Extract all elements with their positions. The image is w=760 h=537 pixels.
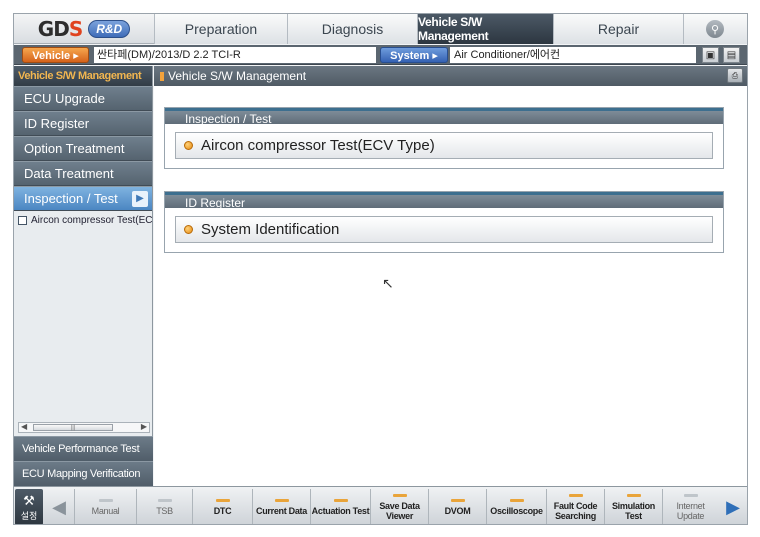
manual-button[interactable]: Manual	[74, 489, 136, 524]
rd-badge: R&D	[88, 20, 131, 38]
sidebar-subitem-aircon-test[interactable]: Aircon compressor Test(ECV Type)	[14, 211, 152, 230]
sidebar-item-ecu-upgrade[interactable]: ECU Upgrade	[14, 86, 152, 111]
gds-logo: GDS R&D	[14, 14, 154, 44]
bullet-icon	[184, 225, 193, 234]
top-tab-bar: GDS R&D Preparation Diagnosis Vehicle S/…	[14, 14, 747, 44]
bullet-icon	[184, 141, 193, 150]
tsb-button[interactable]: TSB	[136, 489, 192, 524]
dtc-button[interactable]: DTC	[192, 489, 252, 524]
internet-update-icon	[683, 493, 698, 497]
save-data-viewer-button[interactable]: Save Data Viewer	[370, 489, 428, 524]
fault-code-icon	[568, 493, 583, 497]
save-data-viewer-label: Save Data Viewer	[379, 500, 420, 521]
tab-repair[interactable]: Repair	[553, 14, 683, 44]
current-data-icon	[274, 498, 289, 502]
main-content: Vehicle S/W Management ⎙ Inspection / Te…	[154, 66, 747, 486]
simulation-test-label: Simulation Test	[611, 500, 655, 521]
main-header: Vehicle S/W Management ⎙	[154, 66, 747, 86]
oscilloscope-label: Oscilloscope	[490, 505, 543, 516]
simulation-test-button[interactable]: Simulation Test	[604, 489, 662, 524]
toolbar-prev-icon[interactable]: ◀	[46, 489, 72, 524]
sidebar-subitem-label: Aircon compressor Test(ECV Type)	[31, 215, 152, 226]
dvom-icon	[450, 498, 465, 502]
item-label: System Identification	[201, 221, 340, 238]
gds-window: GDS R&D Preparation Diagnosis Vehicle S/…	[13, 13, 748, 525]
scrollbar-thumb[interactable]: |||	[33, 424, 113, 431]
sidebar-item-id-register[interactable]: ID Register	[14, 111, 152, 136]
fault-code-searching-button[interactable]: Fault Code Searching	[546, 489, 604, 524]
toolbar-next-icon[interactable]: ▶	[720, 489, 746, 524]
sidebar-item-label: Inspection / Test	[24, 191, 118, 206]
system-select-button[interactable]: System ▸	[380, 47, 448, 63]
item-label: Aircon compressor Test(ECV Type)	[201, 137, 435, 154]
current-data-button[interactable]: Current Data	[252, 489, 310, 524]
sidebar: Vehicle S/W Management ECU Upgrade ID Re…	[14, 66, 153, 486]
manual-label: Manual	[91, 505, 120, 516]
sidebar-bottom-menu: Vehicle Performance Test ECU Mapping Ver…	[14, 436, 153, 486]
mouse-cursor-icon: ↖	[382, 275, 394, 291]
bottom-toolbar: ⚒ 설정 ◀ Manual TSB DTC Current Data Actua…	[14, 486, 747, 524]
vehicle-info-bar: Vehicle ▸ 싼타페(DM)/2013/D 2.2 TCI-R Syste…	[14, 45, 747, 65]
sidebar-header: Vehicle S/W Management	[14, 66, 152, 86]
tab-diagnosis[interactable]: Diagnosis	[287, 14, 417, 44]
manual-icon	[98, 498, 113, 502]
group-title: ID Register	[165, 192, 723, 210]
sidebar-item-ecu-mapping-verification[interactable]: ECU Mapping Verification	[14, 461, 153, 486]
actuation-test-button[interactable]: Actuation Test	[310, 489, 370, 524]
dvom-label: DVOM	[444, 505, 471, 516]
group-title: Inspection / Test	[165, 108, 723, 126]
sidebar-item-vehicle-performance-test[interactable]: Vehicle Performance Test	[14, 436, 153, 461]
internet-update-label: Internet Update	[676, 500, 705, 521]
report-icon[interactable]: ▤	[723, 47, 740, 63]
settings-button[interactable]: ⚒ 설정	[15, 489, 43, 524]
settings-label: 설정	[20, 510, 38, 521]
simulation-icon	[626, 493, 641, 497]
group-inspection-test: Inspection / Test Aircon compressor Test…	[164, 107, 724, 169]
item-aircon-compressor-test[interactable]: Aircon compressor Test(ECV Type)	[175, 132, 713, 159]
dtc-icon	[215, 498, 230, 502]
current-data-label: Current Data	[256, 505, 307, 516]
item-system-identification[interactable]: System Identification	[175, 216, 713, 243]
sidebar-horizontal-scrollbar[interactable]: ◀ ||| ▶	[18, 422, 150, 433]
camera-icon[interactable]: ▣	[702, 47, 719, 63]
sidebar-item-option-treatment[interactable]: Option Treatment	[14, 136, 152, 161]
group-id-register: ID Register System Identification	[164, 191, 724, 253]
dtc-label: DTC	[213, 505, 232, 516]
system-value: Air Conditioner/에어컨	[450, 47, 696, 63]
logo-text: GDS	[37, 17, 83, 41]
vehicle-value: 싼타페(DM)/2013/D 2.2 TCI-R	[94, 47, 376, 63]
scroll-right-icon[interactable]: ▶	[141, 422, 147, 431]
print-icon[interactable]: ⎙	[727, 68, 743, 83]
tsb-icon	[157, 498, 172, 502]
tsb-label: TSB	[156, 505, 173, 516]
oscilloscope-button[interactable]: Oscilloscope	[486, 489, 546, 524]
actuation-icon	[333, 498, 348, 502]
wrench-icon: ⚒	[23, 492, 35, 508]
oscilloscope-icon	[509, 498, 524, 502]
sidebar-item-inspection-test[interactable]: Inspection / Test ▶	[14, 186, 152, 211]
scroll-left-icon[interactable]: ◀	[21, 422, 27, 431]
tab-preparation[interactable]: Preparation	[154, 14, 287, 44]
dvom-button[interactable]: DVOM	[428, 489, 486, 524]
document-icon	[18, 216, 27, 225]
chevron-right-icon: ▶	[132, 191, 148, 207]
sidebar-item-data-treatment[interactable]: Data Treatment	[14, 161, 152, 186]
actuation-test-label: Actuation Test	[311, 505, 370, 516]
save-data-icon	[392, 493, 407, 497]
internet-update-button[interactable]: Internet Update	[662, 489, 718, 524]
tab-vehicle-sw-management[interactable]: Vehicle S/W Management	[417, 14, 553, 44]
vehicle-select-button[interactable]: Vehicle ▸	[22, 47, 89, 63]
search-icon[interactable]: ⚲	[706, 20, 724, 38]
fault-code-searching-label: Fault Code Searching	[553, 500, 598, 521]
main-title: Vehicle S/W Management	[168, 69, 307, 83]
